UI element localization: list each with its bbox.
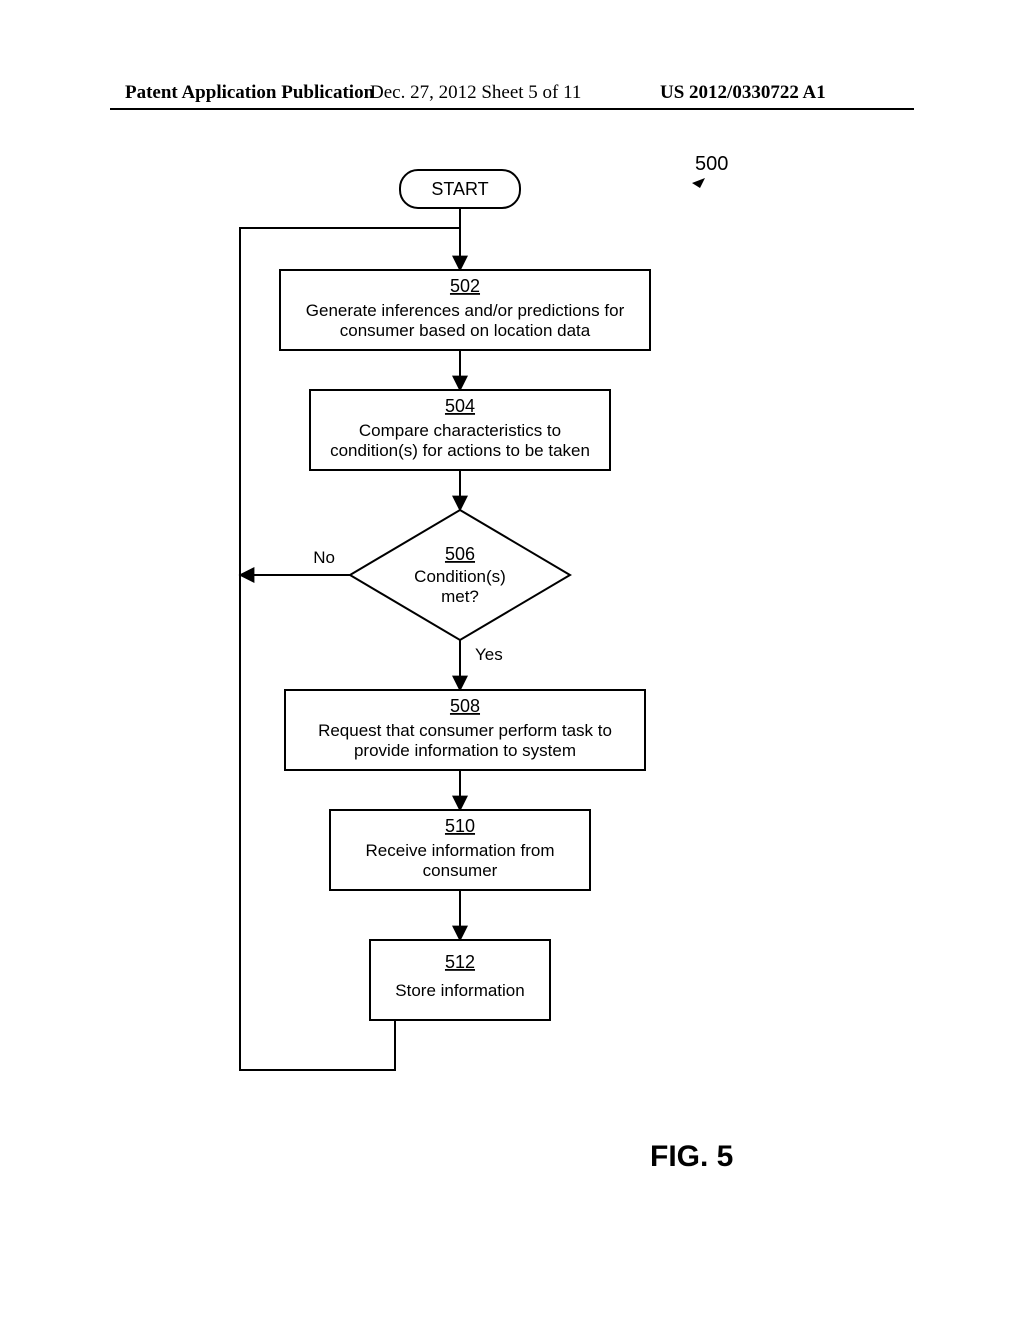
step-504: 504 Compare characteristics to condition…	[310, 390, 610, 470]
svg-text:consumer based on location dat: consumer based on location data	[340, 321, 591, 340]
svg-text:504: 504	[445, 396, 475, 416]
svg-text:met?: met?	[441, 587, 479, 606]
header-left: Patent Application Publication	[125, 82, 374, 104]
svg-text:508: 508	[450, 696, 480, 716]
svg-text:Store information: Store information	[395, 981, 524, 1000]
decision-yes-label: Yes	[475, 645, 503, 664]
svg-text:Generate inferences and/or pre: Generate inferences and/or predictions f…	[306, 301, 625, 320]
flowchart: 500 START 502 Generate inferences and/or…	[0, 150, 1024, 1130]
step-512: 512 Store information	[370, 940, 550, 1020]
svg-text:consumer: consumer	[423, 861, 498, 880]
svg-text:provide information to system: provide information to system	[354, 741, 576, 760]
refnum-mark-icon	[692, 178, 705, 188]
svg-text:Compare characteristics to: Compare characteristics to	[359, 421, 561, 440]
figure-refnum: 500	[695, 153, 728, 175]
svg-text:512: 512	[445, 952, 475, 972]
header-rule	[110, 108, 914, 110]
svg-text:Condition(s): Condition(s)	[414, 567, 506, 586]
step-510: 510 Receive information from consumer	[330, 810, 590, 890]
svg-text:START: START	[431, 179, 488, 199]
svg-text:Request that consumer perform: Request that consumer perform task to	[318, 721, 612, 740]
start-terminator: START	[400, 170, 520, 208]
decision-506: 506 Condition(s) met?	[350, 510, 570, 640]
svg-text:506: 506	[445, 544, 475, 564]
svg-text:Receive information from: Receive information from	[366, 841, 555, 860]
svg-text:502: 502	[450, 276, 480, 296]
header-right: US 2012/0330722 A1	[660, 82, 826, 104]
step-508: 508 Request that consumer perform task t…	[285, 690, 645, 770]
decision-no-label: No	[313, 548, 335, 567]
svg-text:510: 510	[445, 816, 475, 836]
header-mid: Dec. 27, 2012 Sheet 5 of 11	[370, 82, 581, 104]
figure-caption: FIG. 5	[650, 1140, 733, 1174]
svg-text:condition(s) for actions to be: condition(s) for actions to be taken	[330, 441, 590, 460]
step-502: 502 Generate inferences and/or predictio…	[280, 270, 650, 350]
